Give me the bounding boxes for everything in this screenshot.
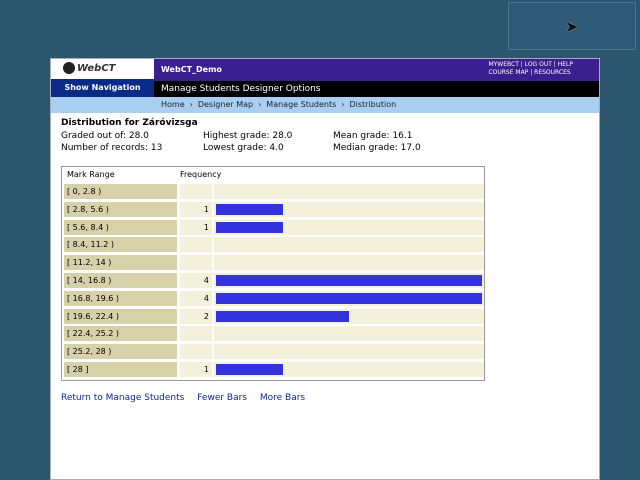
frequency-bar	[216, 292, 482, 304]
breadcrumb-designer-map[interactable]: Designer Map	[198, 100, 253, 109]
logo-icon	[63, 62, 75, 74]
median-grade: Median grade: 17.0	[333, 143, 421, 153]
mark-range-cell: [ 8.4, 11.2 )	[64, 237, 177, 253]
highest-grade: Highest grade: 28.0	[203, 131, 293, 141]
bar-cell	[214, 290, 484, 306]
graded-out-of: Graded out of: 28.0	[61, 131, 149, 141]
frequency-count-cell: 4	[180, 290, 212, 306]
logo-cell: WebCT Show Navigation	[51, 59, 155, 97]
corner-panel: ➤	[508, 2, 636, 50]
more-bars-link[interactable]: More Bars	[260, 393, 305, 403]
breadcrumb-separator-icon: ›	[341, 100, 345, 109]
bar-cell	[214, 201, 484, 217]
breadcrumb: Home › Designer Map › Manage Students › Distri…	[154, 97, 599, 113]
left-strip	[51, 97, 154, 113]
breadcrumb-manage-students[interactable]: Manage Students	[266, 100, 336, 109]
frequency-bar	[216, 221, 283, 233]
mode-bar[interactable]: Manage Students Designer Options	[154, 81, 599, 97]
frequency-count-cell	[180, 255, 212, 271]
bar-cell	[214, 184, 484, 199]
mark-range-cell: [ 19.6, 22.4 )	[64, 308, 177, 324]
distribution-grid: Mark Range Frequency [ 0, 2.8 ) [ 2.8, 5.…	[61, 166, 485, 381]
frequency-count-cell: 4	[180, 273, 212, 288]
bar-cell	[214, 273, 484, 288]
mark-range-cell: [ 25.2, 28 )	[64, 344, 177, 360]
frequency-count-cell: 2	[180, 308, 212, 324]
mark-range-cell: [ 28 ]	[64, 362, 177, 377]
text-cursor-icon: ⌶	[520, 292, 526, 303]
bar-cell	[214, 255, 484, 271]
mark-range-cell: [ 0, 2.8 )	[64, 184, 177, 199]
frequency-count-cell: 1	[180, 362, 212, 377]
breadcrumb-home[interactable]: Home	[161, 100, 185, 109]
mark-range-cell: [ 5.6, 8.4 )	[64, 219, 177, 235]
bar-cell	[214, 362, 484, 377]
show-navigation-button[interactable]: Show Navigation	[51, 79, 154, 97]
course-header: WebCT_Demo MYWEBCT | LOG OUT | HELP COUR…	[154, 59, 599, 81]
frequency-count-cell	[180, 237, 212, 253]
number-of-records: Number of records: 13	[61, 143, 163, 153]
mouse-cursor-icon: ➤	[565, 17, 579, 36]
breadcrumb-separator-icon: ›	[258, 100, 262, 109]
bar-cell	[214, 219, 484, 235]
mark-range-cell: [ 2.8, 5.6 )	[64, 201, 177, 217]
frequency-bar	[216, 364, 283, 375]
webct-window: WebCT Show Navigation WebCT_Demo MYWEBCT…	[50, 58, 600, 480]
frequency-bar	[216, 275, 482, 286]
mark-range-cell: [ 11.2, 14 )	[64, 255, 177, 271]
bar-cell	[214, 237, 484, 253]
breadcrumb-separator-icon: ›	[189, 100, 193, 109]
lowest-grade: Lowest grade: 4.0	[203, 143, 284, 153]
webct-logo: WebCT	[63, 62, 116, 74]
breadcrumb-distribution: Distribution	[349, 100, 397, 109]
fewer-bars-link[interactable]: Fewer Bars	[197, 393, 247, 403]
frequency-count-cell: 1	[180, 201, 212, 217]
mark-range-cell: [ 22.4, 25.2 )	[64, 326, 177, 342]
return-to-manage-students-link[interactable]: Return to Manage Students	[61, 393, 184, 403]
frequency-count-cell	[180, 184, 212, 199]
bar-cell	[214, 308, 484, 324]
frequency-bar	[216, 203, 283, 215]
frequency-count-cell	[180, 326, 212, 342]
header-mark-range: Mark Range	[67, 170, 115, 179]
top-links-line2[interactable]: COURSE MAP | RESOURCES	[488, 69, 573, 77]
top-links-line1[interactable]: MYWEBCT | LOG OUT | HELP	[488, 61, 573, 69]
bar-cell	[214, 326, 484, 342]
frequency-count-cell	[180, 344, 212, 360]
bar-cell	[214, 344, 484, 360]
mark-range-cell: [ 16.8, 19.6 )	[64, 290, 177, 306]
top-links[interactable]: MYWEBCT | LOG OUT | HELP COURSE MAP | RE…	[488, 61, 573, 77]
header-frequency: Frequency	[180, 170, 222, 179]
frequency-count-cell: 1	[180, 219, 212, 235]
course-title: WebCT_Demo	[161, 65, 222, 74]
mean-grade: Mean grade: 16.1	[333, 131, 413, 141]
mark-range-cell: [ 14, 16.8 )	[64, 273, 177, 288]
frequency-bar	[216, 310, 349, 322]
page-title: Distribution for Záróvizsga	[61, 118, 198, 128]
footer-links: Return to Manage Students Fewer Bars Mor…	[61, 393, 315, 403]
